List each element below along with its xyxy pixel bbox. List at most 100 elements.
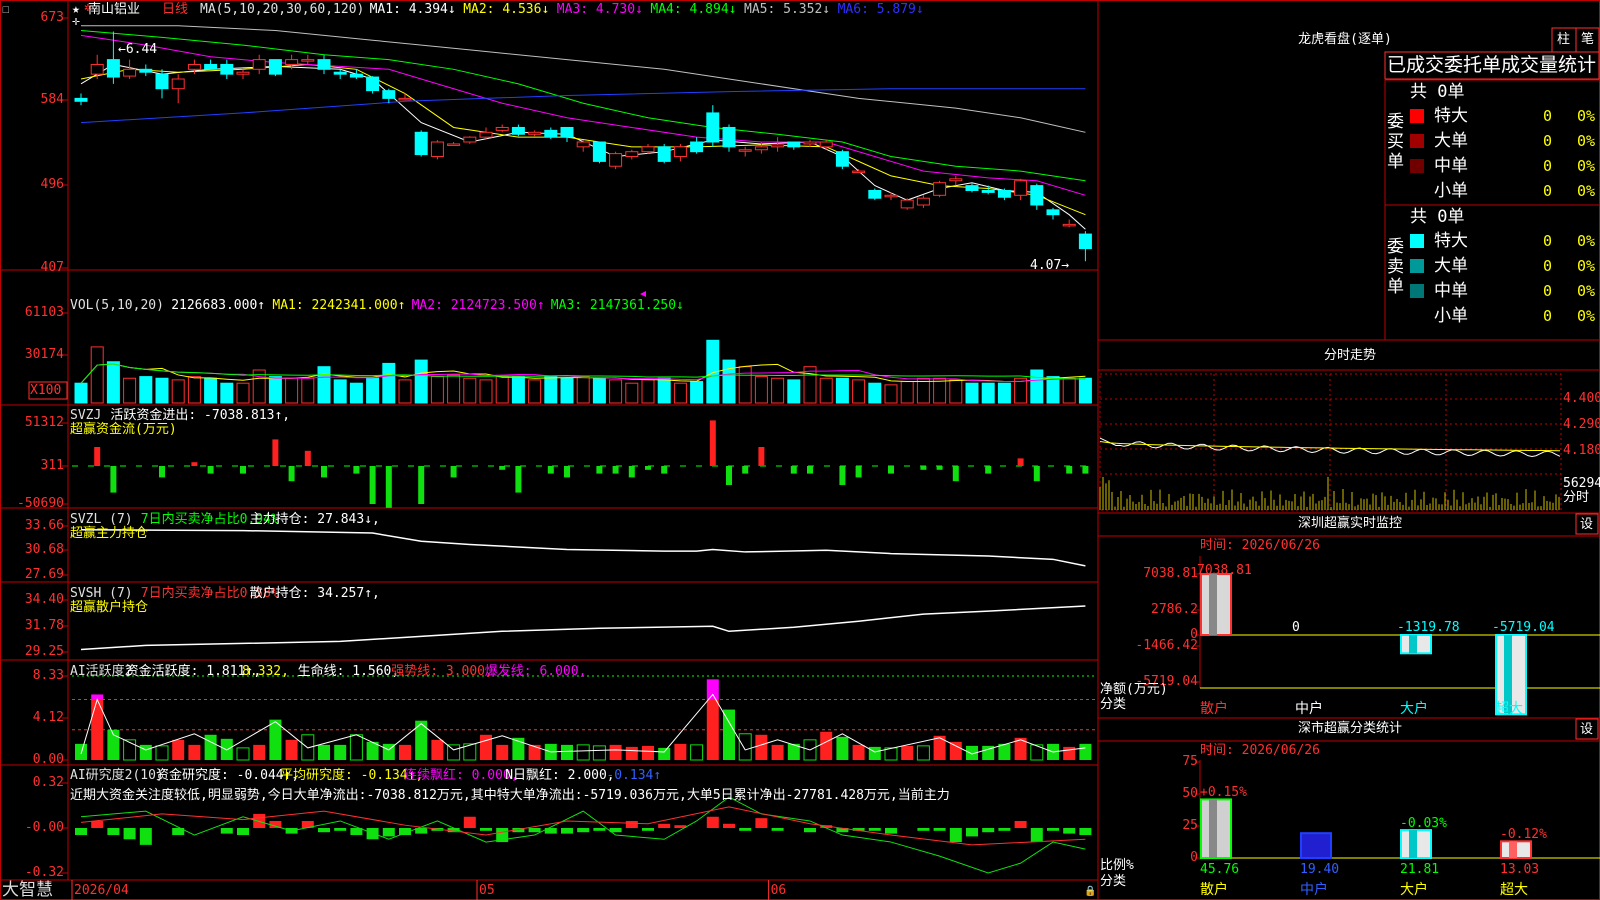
candle-body-44 xyxy=(787,141,801,148)
vol-bar-37 xyxy=(673,382,687,404)
vol-bar-40 xyxy=(722,359,736,404)
svzj-bar-15 xyxy=(321,466,327,478)
szjk-btn[interactable]: 设 xyxy=(1580,517,1593,532)
candle-body-10 xyxy=(236,71,250,75)
vol-bar-14 xyxy=(301,377,315,404)
candle-body-19 xyxy=(382,90,396,99)
sell-swatch-2 xyxy=(1410,284,1424,298)
sell-side-1: 卖 xyxy=(1387,257,1404,277)
ai2-bar-60 xyxy=(1047,828,1059,831)
ai1-bar-35 xyxy=(642,745,654,760)
vol-bar-31 xyxy=(576,376,590,404)
candle-body-2 xyxy=(106,59,120,78)
ai1-bar-46 xyxy=(820,731,833,760)
buy-name-2: 中单 xyxy=(1434,156,1468,176)
ai2-green-line xyxy=(80,796,1086,874)
vol-bar-28 xyxy=(528,379,542,404)
ai1-bar-51 xyxy=(901,745,914,760)
szjk-value-0: 7038.81 xyxy=(1197,563,1252,578)
buy-value-1: 0 xyxy=(1543,132,1553,150)
svzj-bar-21 xyxy=(418,466,425,504)
svzj-bar-1 xyxy=(94,447,101,466)
vol-bar-16 xyxy=(333,379,347,404)
svzj-bar-23 xyxy=(450,466,457,478)
ai1-bar-8 xyxy=(204,734,217,760)
svzl-ytick-1: 30.68 xyxy=(24,542,64,557)
candle-body-37 xyxy=(673,146,687,158)
svzj-bar-14 xyxy=(304,450,311,466)
vol-bar-33 xyxy=(609,379,623,404)
ma-label-6: MA6: 5.879↓ xyxy=(837,2,924,17)
ai1-bar-top-39 xyxy=(706,679,719,700)
vol-bar-12 xyxy=(268,376,282,404)
sstat-value-3: 13.03 xyxy=(1500,862,1540,877)
szjk-value-2: -1319.78 xyxy=(1397,620,1460,635)
ai2-bar-4 xyxy=(139,828,152,845)
candle-body-7 xyxy=(187,63,201,70)
vol-bar-5 xyxy=(155,377,169,404)
ai1-bar-31 xyxy=(576,744,590,761)
candle-body-32 xyxy=(592,141,606,162)
ai2-ytick-1: -0.00 xyxy=(24,820,64,835)
ma-label-4: MA4: 4.894↓ xyxy=(650,2,737,17)
ai2-bar-30 xyxy=(561,828,573,834)
svzj-bar-13 xyxy=(288,466,295,482)
fenshi-ytick-2: 4.180 xyxy=(1563,443,1600,458)
svzj-bar-42 xyxy=(758,447,765,466)
candle-body-46 xyxy=(819,141,833,148)
svzl-line xyxy=(80,529,1086,567)
vol-bar-1 xyxy=(90,346,104,404)
ai1-ytick-1: 4.12 xyxy=(32,710,64,725)
candle-body-39 xyxy=(706,112,720,143)
vol-bar-8 xyxy=(204,377,218,404)
sstat-btn[interactable]: 设 xyxy=(1580,722,1593,737)
vol-bar-21 xyxy=(414,359,428,404)
ai1-bar-11 xyxy=(253,744,266,760)
ai2-bar-41 xyxy=(739,828,752,831)
vol-bar-36 xyxy=(657,377,671,404)
svzj-bar-8 xyxy=(207,466,214,474)
vol-bar-55 xyxy=(965,382,979,404)
longhu-title: 龙虎看盘(逐单) xyxy=(1298,32,1392,47)
btn-zhu[interactable]: 柱 xyxy=(1557,32,1570,47)
main-ytick-1: 584 xyxy=(40,92,64,107)
vol-label-3: MA2: 2124723.500↑ xyxy=(411,298,545,313)
candle-body-14 xyxy=(301,59,315,62)
candle-body-61 xyxy=(1062,223,1076,227)
svzj-bar-34 xyxy=(628,466,635,478)
main-ytick-3: 407 xyxy=(40,260,64,275)
btn-bi[interactable]: 笔 xyxy=(1581,32,1594,47)
vol-bar-18 xyxy=(366,377,380,404)
vol-bar-53 xyxy=(933,377,947,404)
high-price-label: ←6.44 xyxy=(118,42,158,57)
sell-swatch-3 xyxy=(1410,309,1424,323)
candle-body-21 xyxy=(414,131,428,156)
ma5-line xyxy=(81,25,1086,133)
svzj-bar-62 xyxy=(1082,466,1089,474)
vol-bar-59 xyxy=(1030,369,1044,404)
ai1-ytick-0: 8.33 xyxy=(32,668,64,683)
buy-pct-0: 0% xyxy=(1577,107,1596,125)
ai1-bar-41 xyxy=(738,733,752,761)
candle-body-33 xyxy=(609,153,623,167)
ai2-bar-53 xyxy=(933,828,946,831)
svzj-bar-45 xyxy=(807,466,813,474)
sell-swatch-0 xyxy=(1410,234,1424,248)
vol-bar-62 xyxy=(1078,377,1092,404)
longhu-subtitle: 已成交委托单成交量统计 xyxy=(1387,54,1597,76)
buy-total: 共 0单 xyxy=(1410,82,1465,102)
vol-bar-19 xyxy=(382,362,396,404)
vol-bar-27 xyxy=(511,376,525,404)
sstat-ytick-2: 25 xyxy=(1182,818,1198,833)
sstat-ytick-0: 75 xyxy=(1182,754,1198,769)
candle-body-27 xyxy=(511,126,525,135)
ai1-bar-39 xyxy=(706,699,719,760)
szjk-cat-0: 散户 xyxy=(1200,701,1228,717)
candle-body-41 xyxy=(738,149,752,152)
sstat-value-2: 21.81 xyxy=(1400,862,1440,877)
candle-body-16 xyxy=(333,71,347,75)
candle-body-15 xyxy=(317,59,331,70)
vol-bar-43 xyxy=(771,377,785,404)
ai1-bar-13 xyxy=(285,739,298,760)
main-ytick-2: 496 xyxy=(40,177,64,192)
